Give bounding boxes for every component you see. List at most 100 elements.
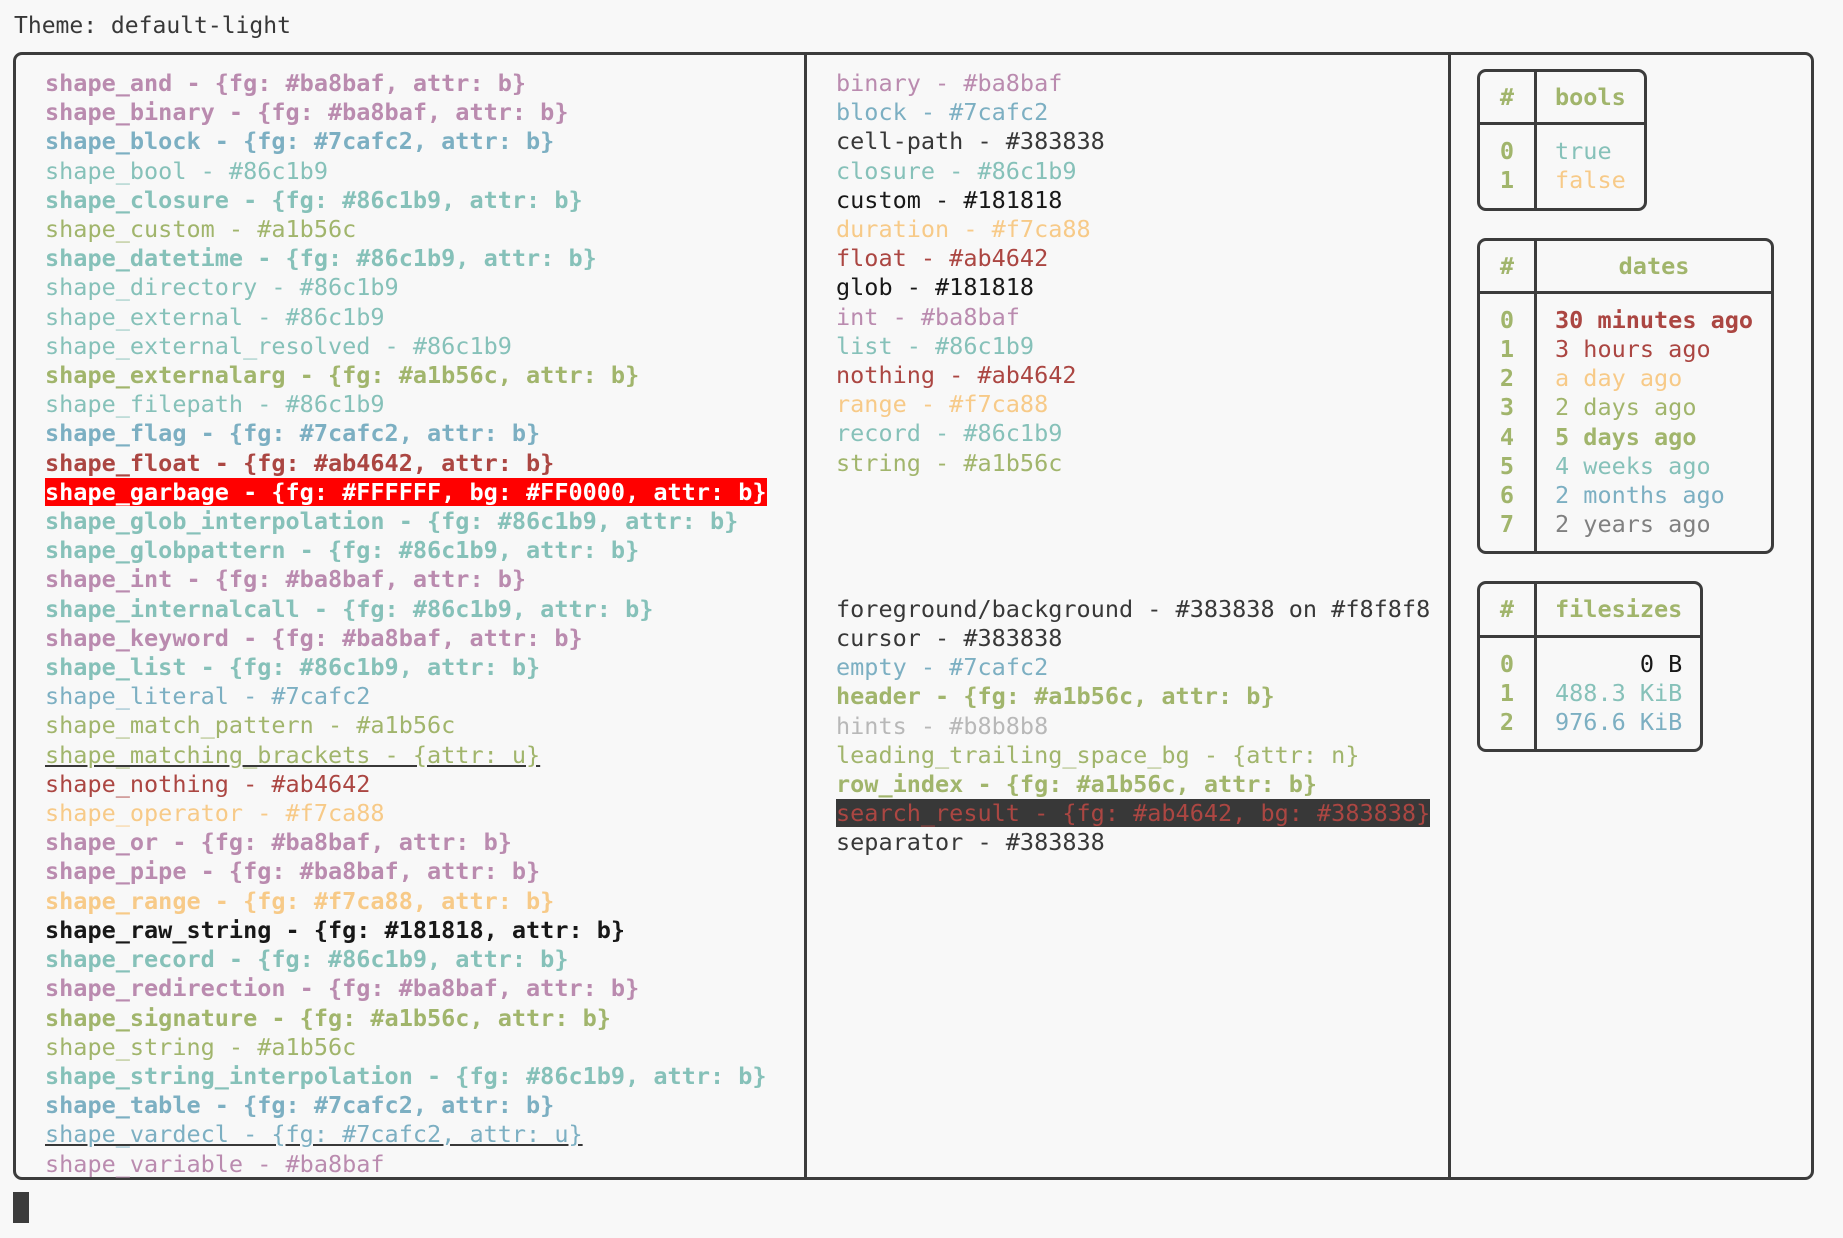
theme-entry: shape_int - {fg: #ba8baf, attr: b} <box>45 565 804 594</box>
theme-preview-frame: shape_and - {fg: #ba8baf, attr: b} shape_… <box>13 52 1814 1180</box>
theme-entry-text: shape_or - {fg: #ba8baf, attr: b} <box>45 828 512 857</box>
theme-entry: shape_flag - {fg: #7cafc2, attr: b} <box>45 419 804 448</box>
column-header-index: # <box>1480 584 1537 638</box>
theme-entry-text: int - #ba8baf <box>836 302 1020 331</box>
theme-entry: shape_and - {fg: #ba8baf, attr: b} <box>45 69 804 98</box>
theme-entry: shape_pipe - {fg: #ba8baf, attr: b} <box>45 857 804 886</box>
theme-entry: empty - #7cafc2 <box>836 653 1448 682</box>
theme-entry: shape_nothing - #ab4642 <box>45 770 804 799</box>
shapes-column: shape_and - {fg: #ba8baf, attr: b} shape_… <box>16 55 804 1178</box>
theme-entry-text: shape_directory - #86c1b9 <box>45 273 399 302</box>
theme-entry-text: shape_nothing - #ab4642 <box>45 769 371 798</box>
theme-entry: float - #ab4642 <box>836 244 1448 273</box>
theme-entry: shape_external - #86c1b9 <box>45 303 804 332</box>
theme-entry: list - #86c1b9 <box>836 332 1448 361</box>
theme-entry: cursor - #383838 <box>836 624 1448 653</box>
theme-entry: cell-path - #383838 <box>836 127 1448 156</box>
row-index-cells: 012 <box>1480 637 1537 750</box>
table-header-row: # filesizes <box>1480 584 1701 638</box>
theme-entry-text: record - #86c1b9 <box>836 419 1063 448</box>
row-index: 3 <box>1499 393 1515 422</box>
theme-entry-text: shape_pipe - {fg: #ba8baf, attr: b} <box>45 857 541 886</box>
theme-entry: foreground/background - #383838 on #f8f8… <box>836 595 1448 624</box>
theme-entry: block - #7cafc2 <box>836 98 1448 127</box>
theme-entry-text: shape_custom - #a1b56c <box>45 215 357 244</box>
theme-entry-text: block - #7cafc2 <box>836 98 1049 127</box>
theme-entry-text: duration - #f7ca88 <box>836 215 1091 244</box>
theme-entry: shape_garbage - {fg: #FFFFFF, bg: #FF000… <box>45 477 804 507</box>
theme-entry-text: empty - #7cafc2 <box>836 653 1049 682</box>
row-value-cells: 30 minutes ago 3 hours ago a day ago 2 days… <box>1537 294 1771 552</box>
row-value: 2 days ago <box>1555 393 1697 422</box>
theme-entry: shape_table - {fg: #7cafc2, attr: b} <box>45 1091 804 1120</box>
theme-entry: shape_record - {fg: #86c1b9, attr: b} <box>45 945 804 974</box>
theme-entry: shape_list - {fg: #86c1b9, attr: b} <box>45 653 804 682</box>
theme-entry: shape_or - {fg: #ba8baf, attr: b} <box>45 828 804 857</box>
theme-entry-text: shape_globpattern - {fg: #86c1b9, attr: … <box>45 536 640 565</box>
theme-entry: shape_float - {fg: #ab4642, attr: b} <box>45 449 804 478</box>
theme-entry: shape_filepath - #86c1b9 <box>45 390 804 419</box>
column-header-value: bools <box>1537 72 1644 126</box>
theme-entry: shape_directory - #86c1b9 <box>45 273 804 302</box>
theme-label: Theme: default-light <box>14 13 291 39</box>
row-index: 4 <box>1499 422 1515 451</box>
theme-entry: string - #a1b56c <box>836 449 1448 478</box>
row-index: 0 <box>1499 137 1515 166</box>
theme-entry-text: custom - #181818 <box>836 185 1063 214</box>
theme-entry: shape_string - #a1b56c <box>45 1033 804 1062</box>
theme-entry-text: binary - #ba8baf <box>836 69 1063 97</box>
theme-entry-text: shape_variable - #ba8baf <box>45 1149 385 1178</box>
theme-entry-text: shape_signature - {fg: #a1b56c, attr: b} <box>45 1003 611 1032</box>
theme-entry-text: separator - #383838 <box>836 828 1105 857</box>
theme-entry: custom - #181818 <box>836 186 1448 215</box>
theme-entry: range - #f7ca88 <box>836 390 1448 419</box>
theme-entry: shape_signature - {fg: #a1b56c, attr: b} <box>45 1004 804 1033</box>
theme-entry: closure - #86c1b9 <box>836 157 1448 186</box>
theme-entry-text: shape_operator - #f7ca88 <box>45 799 385 828</box>
column-header-value: filesizes <box>1537 584 1701 638</box>
theme-entry-text: shape_literal - #7cafc2 <box>45 682 371 711</box>
theme-entry: shape_binary - {fg: #ba8baf, attr: b} <box>45 98 804 127</box>
theme-entry-text: search_result - {fg: #ab4642, bg: #38383… <box>836 799 1431 828</box>
theme-entry: glob - #181818 <box>836 273 1448 302</box>
theme-entry-text: shape_float - {fg: #ab4642, attr: b} <box>45 448 555 477</box>
table-body-row: 0 1 2 3 4 5 6 7 30 minutes ago 3 hours ago a day a… <box>1480 293 1771 552</box>
theme-entry: shape_matching_brackets - {attr: u} <box>45 741 804 770</box>
theme-entry-text: string - #a1b56c <box>836 448 1063 477</box>
theme-entry: shape_raw_string - {fg: #181818, attr: b… <box>45 916 804 945</box>
theme-entry-text: shape_and - {fg: #ba8baf, attr: b} <box>45 69 527 97</box>
theme-entry-text: range - #f7ca88 <box>836 390 1049 419</box>
row-value-cells: 0 B 488.3 KiB 976.6 KiB <box>1537 638 1700 750</box>
theme-entry: shape_operator - #f7ca88 <box>45 799 804 828</box>
theme-entry: record - #86c1b9 <box>836 419 1448 448</box>
column-header-value: dates <box>1537 241 1772 294</box>
theme-entry-text: shape_closure - {fg: #86c1b9, attr: b} <box>45 185 583 214</box>
theme-entry-text: shape_match_pattern - #a1b56c <box>45 711 456 740</box>
table-header-row: # bools <box>1480 72 1644 126</box>
row-value: 5 days ago <box>1555 422 1697 451</box>
types-column: binary - #ba8baf block - #7cafc2 cell-path… <box>807 55 1448 1177</box>
theme-entry-text: shape_binary - {fg: #ba8baf, attr: b} <box>45 98 569 127</box>
dates-table: # dates 0 1 2 3 4 5 6 7 30 minutes ago 3 hours ago a… <box>1477 237 1775 555</box>
theme-entry: shape_string_interpolation - {fg: #86c1b… <box>45 1062 804 1091</box>
column-gap <box>836 478 1448 595</box>
theme-entry-text: foreground/background - #383838 on #f8f8… <box>836 594 1431 623</box>
theme-entry: int - #ba8baf <box>836 303 1448 332</box>
row-value: 488.3 KiB <box>1555 678 1683 707</box>
theme-entry-text: shape_garbage - {fg: #FFFFFF, bg: #FF000… <box>45 477 767 506</box>
theme-entry-text: shape_range - {fg: #f7ca88, attr: b} <box>45 886 555 915</box>
theme-entry-text: closure - #86c1b9 <box>836 156 1077 185</box>
row-value: 3 hours ago <box>1555 335 1711 364</box>
theme-entry-text: shape_external_resolved - #86c1b9 <box>45 331 512 360</box>
theme-entry: leading_trailing_space_bg - {attr: n} <box>836 741 1448 770</box>
theme-entry-text: shape_flag - {fg: #7cafc2, attr: b} <box>45 419 541 448</box>
theme-entry-text: shape_glob_interpolation - {fg: #86c1b9,… <box>45 507 739 536</box>
theme-entry: shape_glob_interpolation - {fg: #86c1b9,… <box>45 507 804 536</box>
theme-entry-text: list - #86c1b9 <box>836 331 1035 360</box>
theme-entry: shape_literal - #7cafc2 <box>45 682 804 711</box>
theme-entry: hints - #b8b8b8 <box>836 712 1448 741</box>
row-value: true <box>1555 137 1612 166</box>
theme-entry-text: shape_block - {fg: #7cafc2, attr: b} <box>45 127 555 156</box>
theme-entry-text: header - {fg: #a1b56c, attr: b} <box>836 682 1275 711</box>
row-value: 2 years ago <box>1555 510 1711 539</box>
